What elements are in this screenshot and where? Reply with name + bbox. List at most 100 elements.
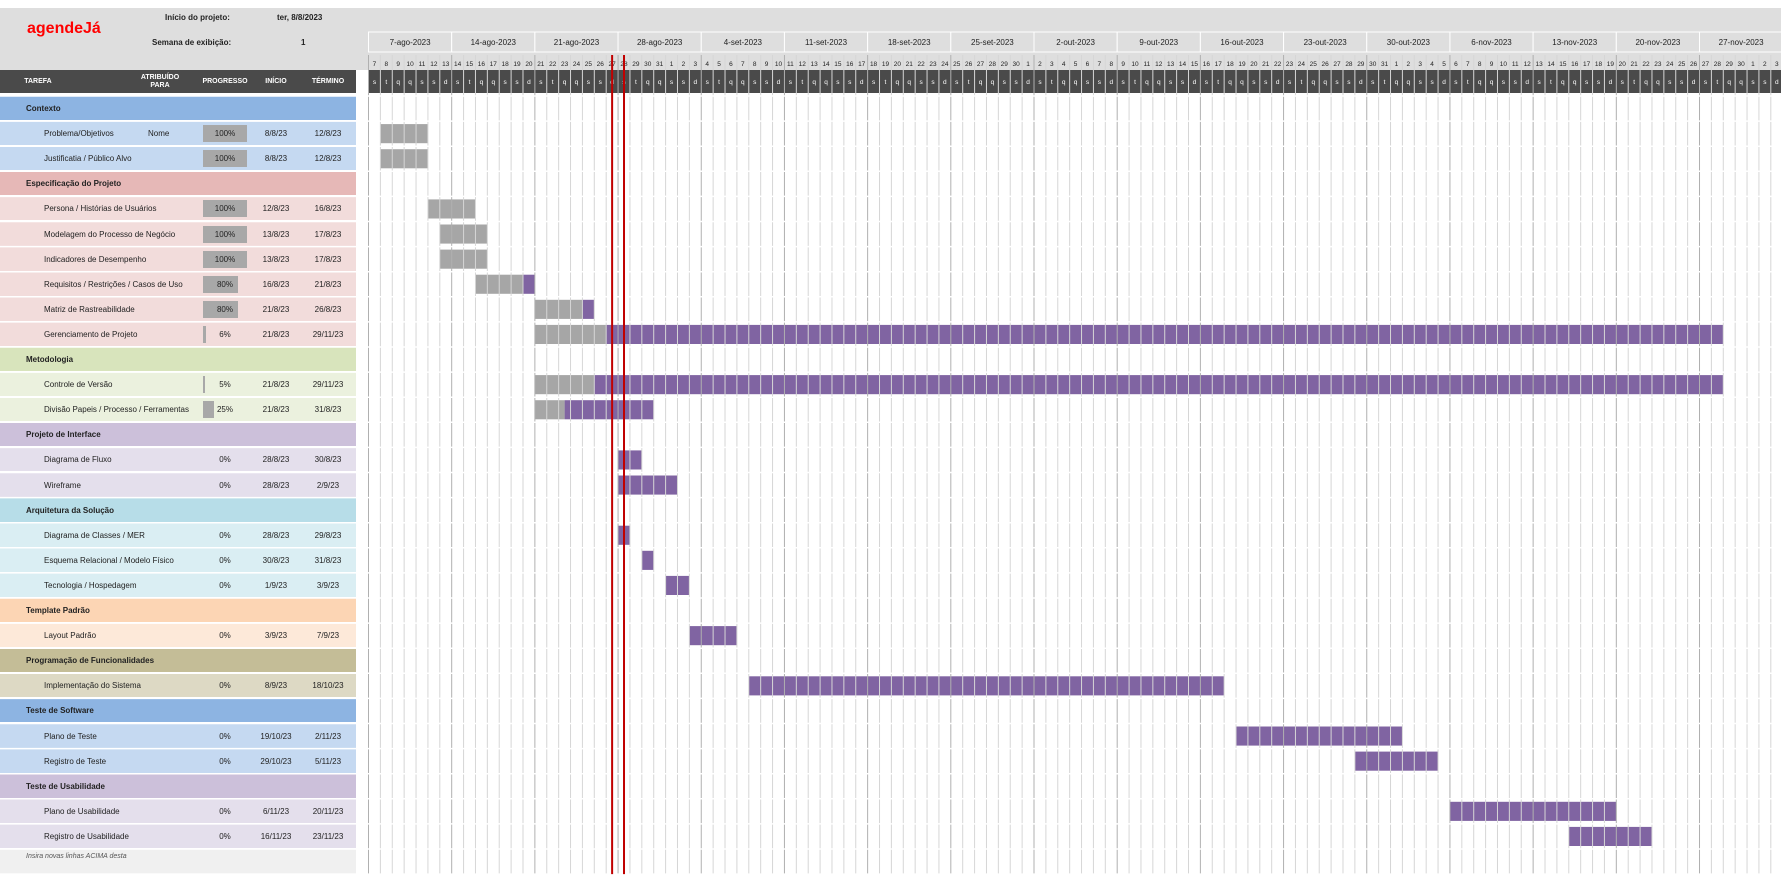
day-letter: t xyxy=(1716,79,1718,86)
day-number: 15 xyxy=(1191,61,1199,68)
day-letter: q xyxy=(480,79,484,86)
day-letter: d xyxy=(1692,79,1696,86)
day-letter: d xyxy=(1609,79,1613,86)
day-number: 4 xyxy=(1430,61,1434,68)
day-number: 11 xyxy=(787,61,794,68)
day-letter: q xyxy=(824,79,828,86)
day-number: 7 xyxy=(373,61,377,68)
day-number: 19 xyxy=(1607,61,1615,68)
day-letter: t xyxy=(1217,79,1219,86)
day-number: 24 xyxy=(1666,61,1674,68)
day-number: 10 xyxy=(1131,61,1139,68)
day-letter: q xyxy=(658,79,662,86)
day-number: 8 xyxy=(753,61,757,68)
day-letter: q xyxy=(1644,79,1648,86)
day-letter: d xyxy=(1109,79,1113,86)
day-number: 5 xyxy=(717,61,721,68)
day-number: 20 xyxy=(1250,61,1258,68)
day-number: 21 xyxy=(906,61,914,68)
day-number: 6 xyxy=(729,61,733,68)
day-number: 26 xyxy=(1322,61,1330,68)
gantt-bar-remaining xyxy=(564,400,654,420)
day-number: 26 xyxy=(597,61,605,68)
day-number: 27 xyxy=(977,61,985,68)
gantt-bar-completed xyxy=(534,375,595,395)
day-letter: t xyxy=(885,79,887,86)
day-number: 10 xyxy=(1500,61,1508,68)
day-letter: q xyxy=(491,79,495,86)
gantt-bar-remaining xyxy=(1354,751,1439,771)
day-number: 15 xyxy=(834,61,842,68)
day-number: 16 xyxy=(1203,61,1211,68)
day-number: 21 xyxy=(1631,61,1639,68)
day-letter: d xyxy=(1359,79,1363,86)
day-number: 8 xyxy=(1109,61,1113,68)
week-label: 13-nov-2023 xyxy=(1552,38,1597,47)
day-letter: d xyxy=(943,79,947,86)
day-number: 21 xyxy=(537,61,545,68)
day-number: 8 xyxy=(385,61,389,68)
day-number: 10 xyxy=(406,61,414,68)
day-number: 9 xyxy=(396,61,400,68)
day-number: 23 xyxy=(1286,61,1294,68)
week-label: 20-nov-2023 xyxy=(1635,38,1680,47)
day-number: 16 xyxy=(846,61,854,68)
day-number: 15 xyxy=(1559,61,1567,68)
day-number: 16 xyxy=(1571,61,1579,68)
day-letter: t xyxy=(552,79,554,86)
day-letter: q xyxy=(1478,79,1482,86)
day-number: 5 xyxy=(1442,61,1446,68)
day-number: 24 xyxy=(573,61,581,68)
day-letter: d xyxy=(860,79,864,86)
day-number: 17 xyxy=(490,61,498,68)
day-number: 1 xyxy=(1395,61,1399,68)
day-letter: t xyxy=(1633,79,1635,86)
week-label: 11-set-2023 xyxy=(805,38,848,47)
day-letter: d xyxy=(1193,79,1197,86)
day-number: 7 xyxy=(741,61,745,68)
day-number: 14 xyxy=(454,61,462,68)
week-label: 9-out-2023 xyxy=(1139,38,1178,47)
week-label: 16-out-2023 xyxy=(1220,38,1264,47)
day-number: 22 xyxy=(917,61,925,68)
day-number: 12 xyxy=(1524,61,1532,68)
day-number: 18 xyxy=(870,61,878,68)
week-label: 25-set-2023 xyxy=(971,38,1014,47)
day-number: 1 xyxy=(1026,61,1030,68)
day-letter: t xyxy=(1550,79,1552,86)
gantt-sheet: agendeJá Início do projeto: ter, 8/8/202… xyxy=(0,0,1781,877)
day-number: 17 xyxy=(1215,61,1223,68)
day-number: 27 xyxy=(1333,61,1341,68)
day-letter: q xyxy=(896,79,900,86)
day-number: 19 xyxy=(882,61,890,68)
day-number: 28 xyxy=(1714,61,1722,68)
day-number: 30 xyxy=(644,61,652,68)
day-letter: t xyxy=(968,79,970,86)
day-number: 7 xyxy=(1466,61,1470,68)
day-number: 23 xyxy=(1654,61,1662,68)
day-number: 13 xyxy=(811,61,819,68)
day-number: 28 xyxy=(1345,61,1353,68)
day-number: 14 xyxy=(822,61,830,68)
day-number: 24 xyxy=(941,61,949,68)
day-number: 26 xyxy=(1690,61,1698,68)
week-label: 14-ago-2023 xyxy=(471,38,517,47)
day-number: 4 xyxy=(1062,61,1066,68)
week-label: 18-set-2023 xyxy=(888,38,931,47)
day-number: 31 xyxy=(1381,61,1389,68)
day-number: 11 xyxy=(1144,61,1151,68)
day-number: 25 xyxy=(1310,61,1318,68)
day-letter: t xyxy=(718,79,720,86)
day-number: 3 xyxy=(1418,61,1422,68)
day-letter: d xyxy=(1525,79,1529,86)
day-number: 19 xyxy=(513,61,521,68)
day-number: 27 xyxy=(1702,61,1710,68)
day-letter: q xyxy=(1228,79,1232,86)
day-number: 18 xyxy=(1226,61,1234,68)
day-letter: q xyxy=(741,79,745,86)
day-letter: d xyxy=(1775,79,1779,86)
week-label: 21-ago-2023 xyxy=(554,38,600,47)
day-number: 3 xyxy=(1050,61,1054,68)
week-label: 6-nov-2023 xyxy=(1471,38,1512,47)
gantt-bar-remaining xyxy=(582,299,595,319)
